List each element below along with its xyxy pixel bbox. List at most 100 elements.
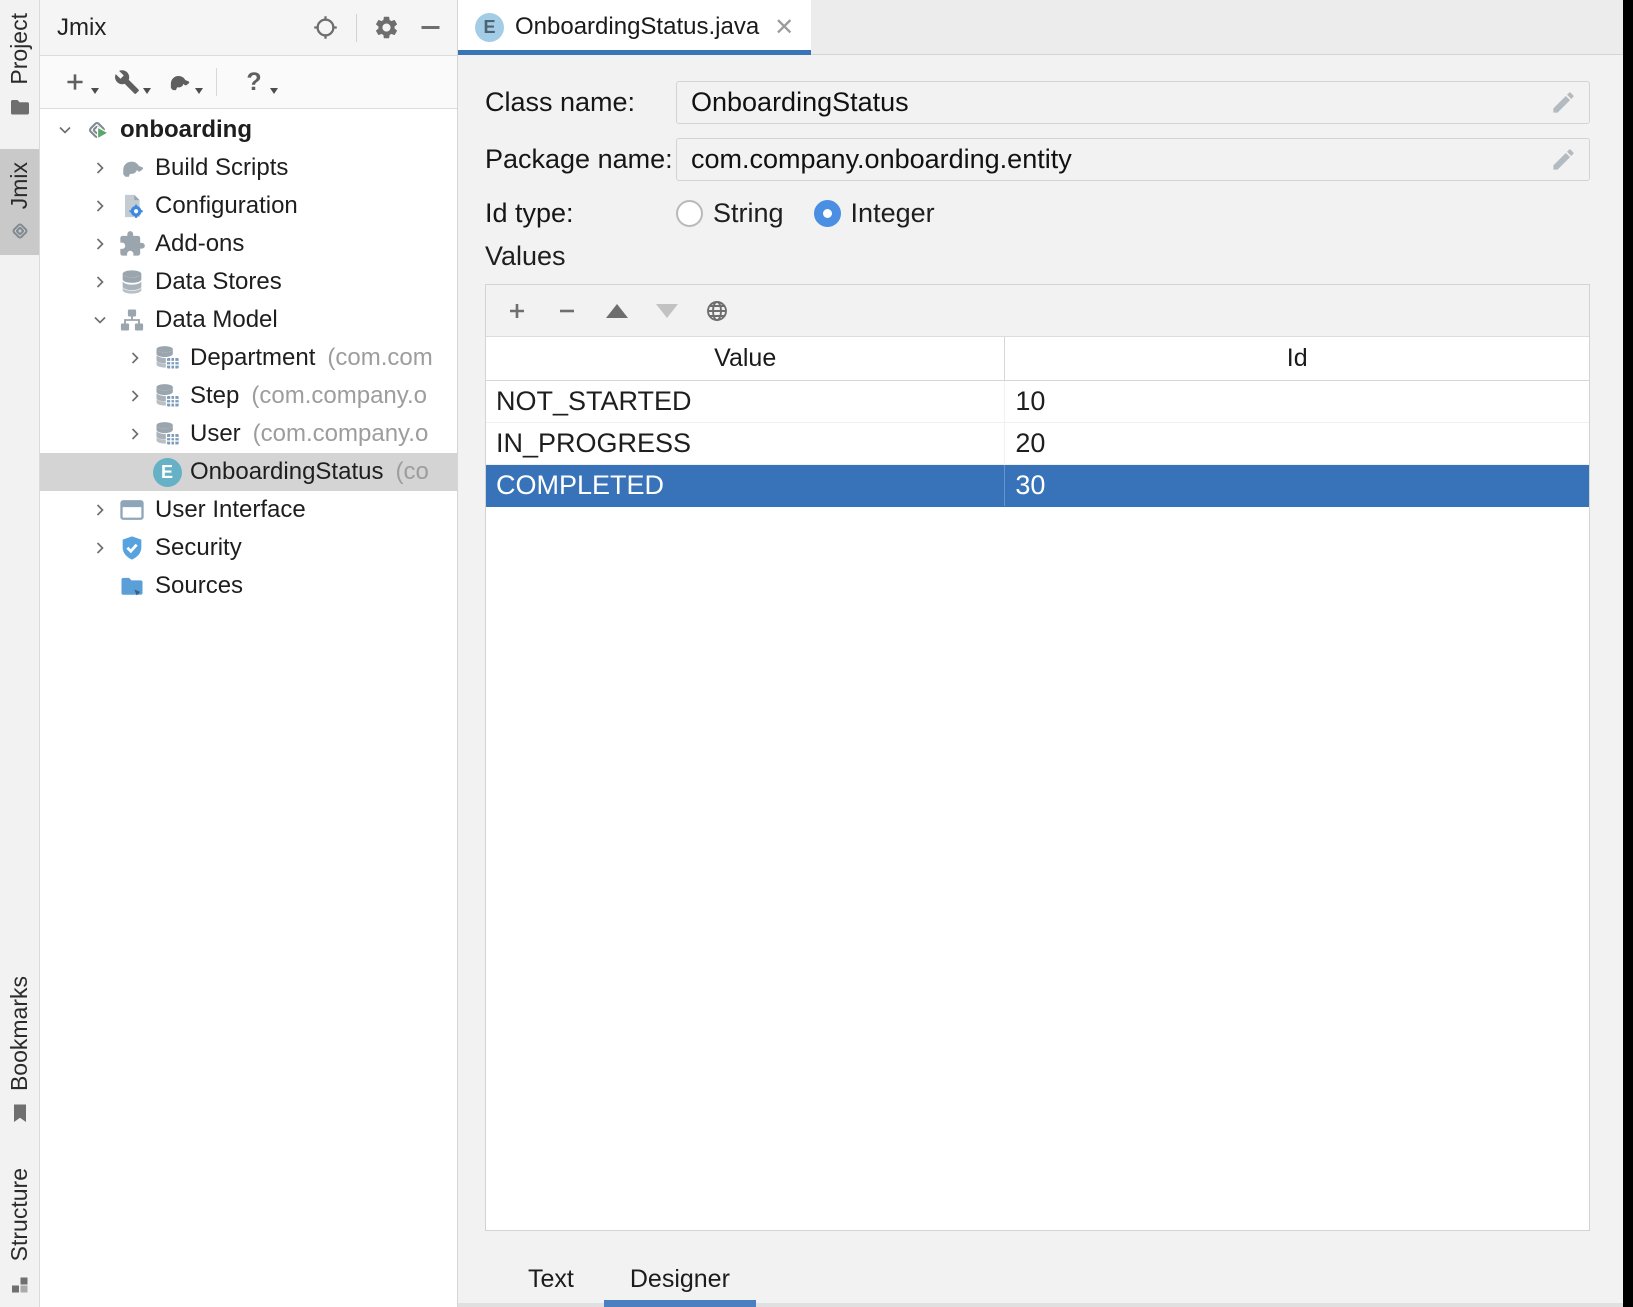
jmix-project-tree: onboarding Build Scripts ConfigurationAdd-… [40,109,457,1307]
entity-icon [152,419,182,449]
package-name-label: Package name: [485,144,676,175]
stripe-tab-jmix[interactable]: Jmix [0,149,39,255]
package-name-field[interactable]: com.company.onboarding.entity [676,138,1590,181]
tree-item-security[interactable]: Security [40,529,457,567]
id-cell[interactable]: 10 [1004,381,1589,422]
chevron-collapsed-icon[interactable] [87,196,113,216]
locate-icon[interactable] [310,13,340,43]
wrench-icon[interactable] [112,67,142,97]
shield-icon [117,533,147,563]
data-model-icon [117,305,147,335]
radio-option-integer[interactable]: Integer [814,198,935,229]
chevron-collapsed-icon[interactable] [87,158,113,178]
class-name-label: Class name: [485,87,676,118]
hide-icon[interactable] [415,13,445,43]
value-cell[interactable]: IN_PROGRESS [486,423,1004,464]
editor-tab-onboardingstatus[interactable]: E OnboardingStatus.java ✕ [458,0,811,54]
header-divider [356,14,357,42]
edit-pencil-icon[interactable] [1550,89,1577,116]
value-cell[interactable]: COMPLETED [486,465,1004,506]
tool-window-stripe: Project Jmix Bookmarks [0,0,40,1307]
database-icon [117,267,147,297]
add-row-icon[interactable] [504,298,530,324]
values-table-toolbar [486,285,1589,337]
values-table: Value Id NOT_STARTED10IN_PROGRESS20COMPL… [485,284,1590,1231]
jmix-panel-header: Jmix [40,0,457,56]
tree-item-step[interactable]: Step(com.company.o [40,377,457,415]
tree-item-build-scripts[interactable]: Build Scripts [40,149,457,187]
table-row-completed[interactable]: COMPLETED30 [486,465,1589,507]
move-up-icon[interactable] [604,298,630,324]
tree-item-label: Sources [155,572,243,600]
chevron-collapsed-icon[interactable] [87,234,113,254]
tree-item-label: User Interface [155,496,306,524]
tree-item-label: onboarding [120,116,252,144]
editor-tab-title: OnboardingStatus.java [515,13,759,41]
radio-option-string[interactable]: String [676,198,784,229]
chevron-collapsed-icon[interactable] [122,386,148,406]
tree-item-label: User [190,420,241,448]
gear-icon[interactable] [371,13,401,43]
stripe-top-group: Project Jmix [0,0,39,255]
tree-item-label: Data Stores [155,268,282,296]
jmix-run-icon [82,115,112,145]
editor-mode-tabs: Text Designer [458,1255,1623,1307]
radio-integer[interactable] [814,200,841,227]
value-cell[interactable]: NOT_STARTED [486,381,1004,422]
id-cell[interactable]: 30 [1004,465,1589,506]
stripe-tab-project[interactable]: Project [0,0,39,131]
radio-string[interactable] [676,200,703,227]
move-down-icon[interactable] [654,298,680,324]
tab-text[interactable]: Text [502,1255,600,1303]
chevron-collapsed-icon[interactable] [122,348,148,368]
tab-designer[interactable]: Designer [604,1255,756,1303]
chevron-expanded-icon[interactable] [87,310,113,330]
id-type-radio-group: String Integer [676,198,935,229]
values-table-empty-area [486,507,1589,1230]
edit-pencil-icon[interactable] [1550,146,1577,173]
tree-item-user-interface[interactable]: User Interface [40,491,457,529]
tree-item-data-stores[interactable]: Data Stores [40,263,457,301]
editor-area: E OnboardingStatus.java ✕ Class name: On… [458,0,1623,1307]
tree-item-configuration[interactable]: Configuration [40,187,457,225]
globe-icon[interactable] [704,298,730,324]
stripe-tab-project-label: Project [6,13,33,85]
tree-item-user[interactable]: User(com.company.o [40,415,457,453]
jmix-logo-icon [8,219,32,243]
table-row-in-progress[interactable]: IN_PROGRESS20 [486,423,1589,465]
tree-item-package-hint: (com.com [327,344,432,372]
help-icon[interactable]: ? [239,67,269,97]
table-row-not-started[interactable]: NOT_STARTED10 [486,381,1589,423]
tree-item-add-ons[interactable]: Add-ons [40,225,457,263]
package-name-row: Package name: com.company.onboarding.ent… [485,138,1590,181]
stripe-tab-structure[interactable]: Structure [0,1155,39,1307]
package-name-value: com.company.onboarding.entity [691,144,1550,175]
tree-item-label: Build Scripts [155,154,288,182]
gradle-icon[interactable] [164,67,194,97]
enum-icon: E [475,13,504,42]
tree-item-label: Department [190,344,315,372]
id-cell[interactable]: 20 [1004,423,1589,464]
column-header-value[interactable]: Value [486,337,1004,380]
tree-item-sources[interactable]: Sources [40,567,457,605]
tree-item-label: Data Model [155,306,278,334]
tree-item-package-hint: (com.company.o [251,382,427,410]
chevron-collapsed-icon[interactable] [87,500,113,520]
tree-item-department[interactable]: Department (com.com [40,339,457,377]
chevron-collapsed-icon[interactable] [122,424,148,444]
close-icon[interactable]: ✕ [774,13,794,42]
folder-blue-icon [117,571,147,601]
puzzle-icon [117,229,147,259]
tree-item-data-model[interactable]: Data Model [40,301,457,339]
class-name-field[interactable]: OnboardingStatus [676,81,1590,124]
tree-item-package-hint: (co [395,458,428,486]
chevron-collapsed-icon[interactable] [87,272,113,292]
tree-item-onboardingstatus[interactable]: EOnboardingStatus(co [40,453,457,491]
chevron-expanded-icon[interactable] [52,120,78,140]
stripe-tab-bookmarks[interactable]: Bookmarks [0,963,39,1137]
chevron-collapsed-icon[interactable] [87,538,113,558]
add-icon[interactable] [60,67,90,97]
column-header-id[interactable]: Id [1004,337,1589,380]
remove-row-icon[interactable] [554,298,580,324]
tree-item-onboarding[interactable]: onboarding [40,111,457,149]
